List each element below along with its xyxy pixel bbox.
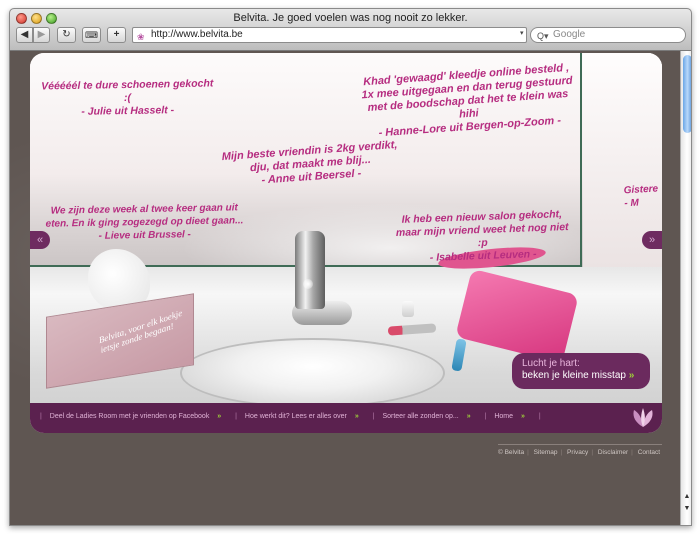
quote-author: - M — [624, 197, 640, 210]
scroll-up-icon[interactable]: ▲ — [681, 491, 691, 502]
sink-basin — [180, 338, 445, 408]
add-bookmark-button[interactable]: + — [107, 27, 126, 43]
disclaimer-link[interactable]: Disclaimer — [598, 449, 628, 456]
address-dropdown-icon[interactable]: ▾ — [520, 29, 524, 37]
quote-text: Gistere — [623, 183, 659, 197]
vertical-scrollbar[interactable]: ▲ ▼ — [680, 51, 691, 525]
previous-mirror-button[interactable]: « — [30, 231, 50, 249]
footer-separator: | — [40, 413, 42, 420]
search-field[interactable]: Q▾ Google — [530, 27, 686, 43]
confession-quote[interactable]: Vééééél te dure schoenen gekocht :( - Ju… — [40, 77, 216, 119]
url-text: http://www.belvita.be — [151, 29, 243, 40]
reload-button[interactable]: ↻ — [57, 27, 76, 43]
legal-links: © Belvita | Sitemap | Privacy | Disclaimer |… — [498, 449, 661, 456]
confession-quote[interactable]: Ik heb een nieuw salon gekocht, maar mij… — [389, 208, 576, 266]
lip-gloss — [402, 301, 414, 317]
back-button[interactable]: ◀ — [16, 27, 33, 43]
chevron-right-icon: » — [354, 413, 359, 420]
footer-link-facebook[interactable]: Deel de Ladies Room met je vrienden op F… — [50, 413, 227, 420]
footer-link-sort[interactable]: Sorteer alle zonden op... » — [382, 413, 476, 420]
footer-link-home[interactable]: Home » — [494, 413, 531, 420]
chevron-right-icon: » — [217, 413, 222, 420]
footer-divider — [498, 444, 662, 445]
contact-link[interactable]: Contact — [638, 449, 660, 456]
confess-line2: beken je kleine misstap » — [522, 370, 640, 382]
address-bar[interactable]: ❀ http://www.belvita.be — [132, 27, 527, 43]
quote-text: We zijn deze week al twee keer gaan uit … — [45, 202, 244, 230]
search-placeholder: Google — [553, 29, 586, 40]
quote-text: Ik heb een nieuw salon gekocht, maar mij… — [395, 208, 569, 250]
footer-nav: | Deel de Ladies Room met je vrienden op… — [40, 413, 547, 420]
keyboard-icon[interactable]: ⌨ — [82, 27, 101, 43]
quote-text: Vééééél te dure schoenen gekocht :( — [41, 77, 214, 105]
site-footer-bar: | Deel de Ladies Room met je vrienden op… — [30, 403, 662, 433]
search-icon: Q▾ — [537, 31, 549, 41]
chevron-right-icon: » — [466, 413, 471, 420]
ladies-room-stage: Belvita, voor elk koekje ietsje zonde be… — [30, 53, 662, 433]
footer-link-label: Hoe werkt dit? Lees er alles over — [244, 413, 347, 420]
footer-separator: | — [484, 413, 487, 420]
belvita-logo-icon[interactable] — [630, 407, 656, 429]
footer-separator: | — [372, 413, 375, 420]
chevron-right-icon: » — [520, 413, 525, 420]
footer-link-label: Deel de Ladies Room met je vrienden op F… — [49, 413, 210, 420]
footer-link-label: Home — [494, 413, 514, 420]
copyright-text: © Belvita — [498, 449, 525, 456]
confession-quote-partial[interactable]: Gistere - M — [623, 182, 662, 211]
next-mirror-button[interactable]: » — [642, 231, 662, 249]
forward-button[interactable]: ▶ — [33, 27, 50, 43]
tissue-box-text: Belvita, voor elk koekje ietsje zonde be… — [97, 307, 183, 355]
scrollbar-thumb[interactable] — [683, 55, 691, 133]
mirror-frame-divider — [580, 53, 582, 267]
faucet — [295, 231, 325, 309]
faucet-sparkle — [303, 279, 313, 289]
site-favicon-icon: ❀ — [137, 32, 145, 42]
confess-line1: Lucht je hart: — [522, 358, 580, 369]
privacy-link[interactable]: Privacy — [567, 449, 588, 456]
browser-window: Belvita. Je goed voelen was nog nooit zo… — [9, 8, 692, 526]
page-viewport: Belvita, voor elk koekje ietsje zonde be… — [10, 51, 680, 525]
footer-link-label: Sorteer alle zonden op... — [382, 413, 459, 420]
confess-line2-text: beken je kleine misstap — [522, 370, 626, 381]
confess-button[interactable]: Lucht je hart: beken je kleine misstap » — [512, 353, 650, 389]
sitemap-link[interactable]: Sitemap — [534, 449, 558, 456]
chevron-right-icon: » — [628, 370, 635, 381]
footer-separator: | — [235, 413, 237, 420]
scroll-down-icon[interactable]: ▼ — [681, 503, 691, 514]
title-bar: Belvita. Je goed voelen was nog nooit zo… — [10, 9, 691, 51]
footer-link-how-it-works[interactable]: Hoe werkt dit? Lees er alles over » — [245, 413, 365, 420]
window-title: Belvita. Je goed voelen was nog nooit zo… — [233, 12, 468, 24]
confession-quote[interactable]: We zijn deze week al twee keer gaan uit … — [42, 201, 248, 244]
footer-separator: | — [538, 413, 541, 420]
